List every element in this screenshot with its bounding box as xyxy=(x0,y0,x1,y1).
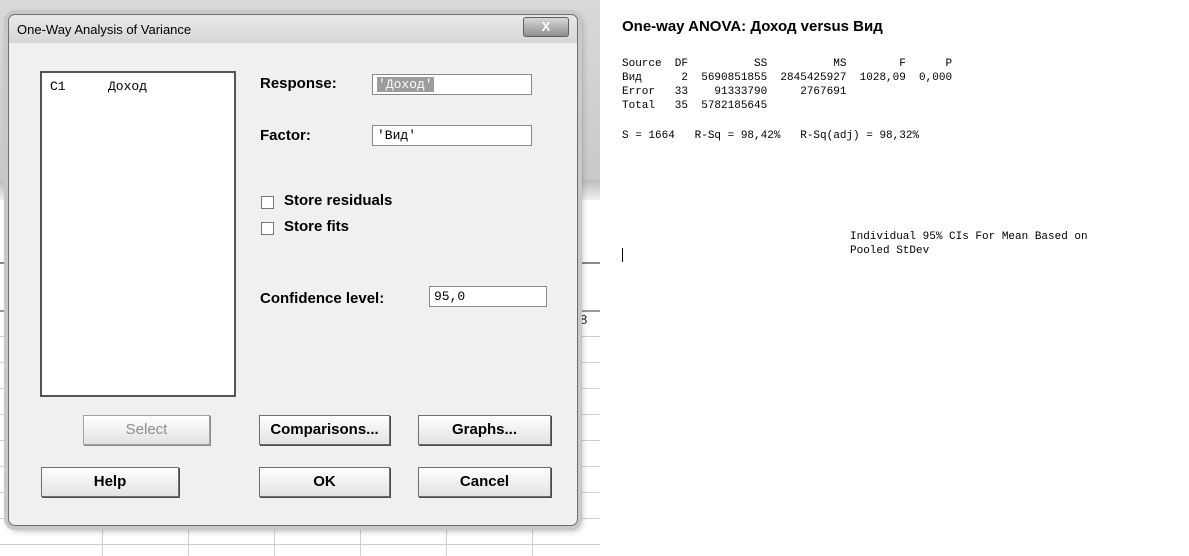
store-fits-checkbox[interactable] xyxy=(261,222,274,235)
confidence-level-value: 95,0 xyxy=(434,289,466,304)
variable-list[interactable]: C1 Доход xyxy=(40,71,236,397)
response-value: 'Доход' xyxy=(377,77,434,92)
response-label: Response: xyxy=(260,75,337,92)
worksheet-cell-text: 8 xyxy=(580,312,588,327)
anova-output-title: One-way ANOVA: Доход versus Вид xyxy=(622,18,883,35)
session-window: One-way ANOVA: Доход versus Вид Source D… xyxy=(618,0,1189,556)
one-way-anova-dialog: One-Way Analysis of Variance X C1 Доход … xyxy=(8,14,578,526)
variable-column: C1 xyxy=(50,79,66,94)
select-button[interactable]: Select xyxy=(83,415,210,445)
close-icon: X xyxy=(541,19,551,34)
store-residuals-label[interactable]: Store residuals xyxy=(284,192,392,209)
factor-label: Factor: xyxy=(260,127,311,144)
confidence-level-input[interactable]: 95,0 xyxy=(429,286,547,307)
variable-name: Доход xyxy=(108,79,148,94)
factor-input[interactable]: 'Вид' xyxy=(372,125,532,146)
anova-table-row: Error 33 91333790 2767691 xyxy=(622,86,847,98)
close-button[interactable]: X xyxy=(523,17,569,37)
text-cursor xyxy=(622,248,623,262)
cancel-button[interactable]: Cancel xyxy=(418,467,551,497)
store-residuals-checkbox[interactable] xyxy=(261,196,274,209)
graphs-button[interactable]: Graphs... xyxy=(418,415,551,445)
factor-value: 'Вид' xyxy=(377,128,417,143)
dialog-client-area: C1 Доход Response: 'Доход' Factor: 'Вид'… xyxy=(16,45,568,517)
ci-heading-line2: Pooled StDev xyxy=(850,245,930,257)
anova-table-row: Вид 2 5690851855 2845425927 1028,09 0,00… xyxy=(622,72,953,84)
ok-button[interactable]: OK xyxy=(259,467,390,497)
dialog-title: One-Way Analysis of Variance xyxy=(17,22,192,37)
anova-table-header: Source DF SS MS F P xyxy=(622,58,953,70)
confidence-level-label: Confidence level: xyxy=(260,290,385,307)
variable-list-item[interactable]: C1 Доход xyxy=(50,79,147,94)
ci-heading-line1: Individual 95% CIs For Mean Based on xyxy=(850,231,1088,243)
anova-table-row: Total 35 5782185645 xyxy=(622,100,768,112)
anova-summary-stats: S = 1664 R-Sq = 98,42% R-Sq(adj) = 98,32… xyxy=(622,130,920,142)
response-input[interactable]: 'Доход' xyxy=(372,74,532,95)
comparisons-button[interactable]: Comparisons... xyxy=(259,415,390,445)
grid-line xyxy=(0,544,600,545)
dialog-titlebar[interactable]: One-Way Analysis of Variance X xyxy=(9,15,577,43)
store-fits-label[interactable]: Store fits xyxy=(284,218,349,235)
help-button[interactable]: Help xyxy=(41,467,179,497)
